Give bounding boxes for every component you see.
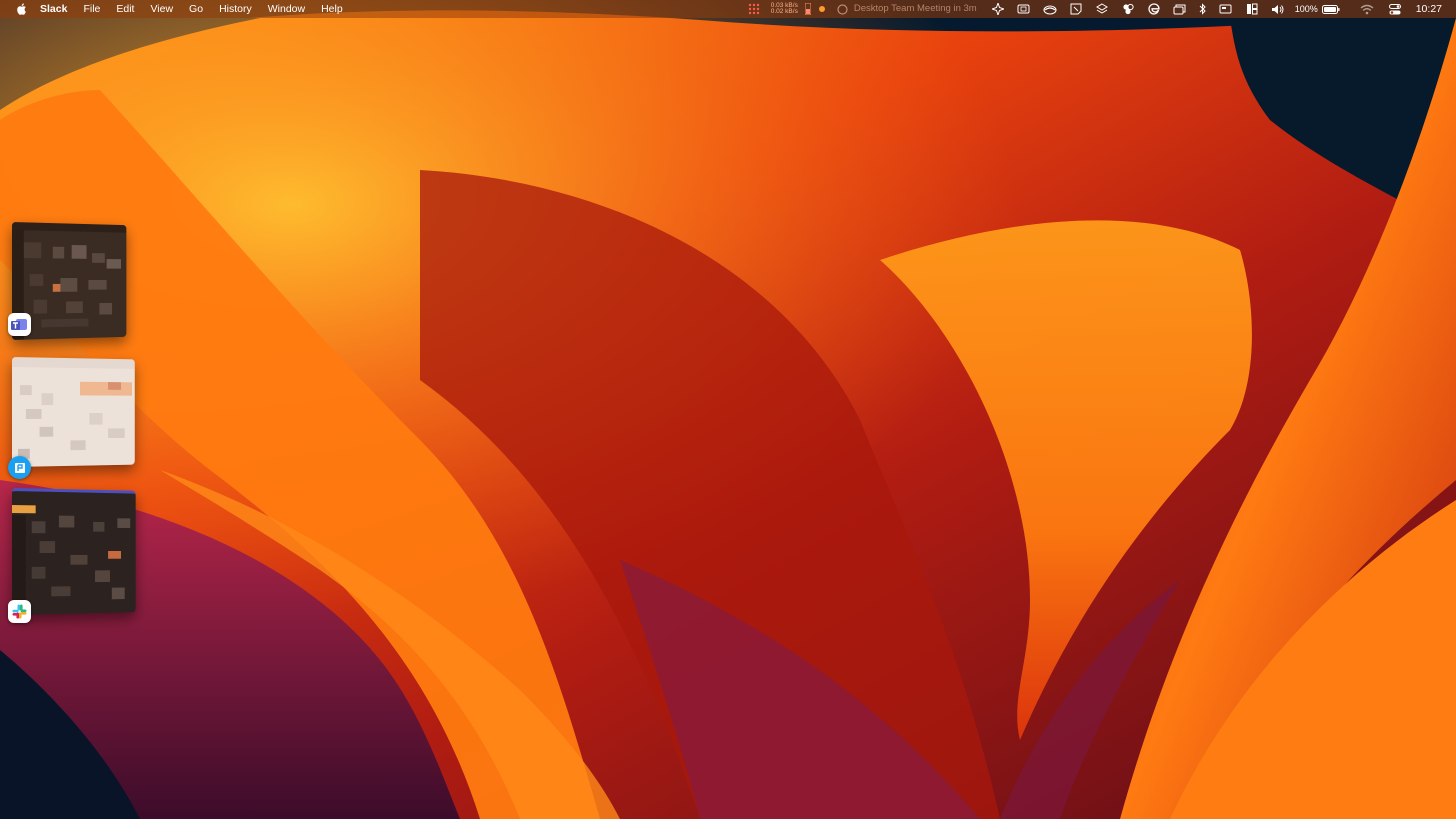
wifi-icon[interactable] xyxy=(1360,3,1374,15)
teams-icon xyxy=(8,313,31,336)
menu-file[interactable]: File xyxy=(75,0,108,18)
control-center-icon[interactable] xyxy=(1388,3,1402,15)
control-hub-icon[interactable] xyxy=(1121,3,1135,15)
menu-help[interactable]: Help xyxy=(313,0,351,18)
compass-icon[interactable] xyxy=(991,3,1005,15)
slack-icon xyxy=(8,600,31,623)
edge-browser-icon[interactable] xyxy=(1147,3,1161,15)
cpu-meter-icon[interactable] xyxy=(804,3,812,15)
apple-menu-icon[interactable] xyxy=(8,0,34,18)
calendar-event-icon[interactable] xyxy=(836,3,850,15)
menu-history[interactable]: History xyxy=(211,0,260,18)
display-icon[interactable] xyxy=(1219,3,1233,15)
desktop-wallpaper xyxy=(0,0,1456,819)
menu-app-name[interactable]: Slack xyxy=(34,0,75,18)
menu-edit[interactable]: Edit xyxy=(108,0,142,18)
split-view-icon[interactable] xyxy=(1245,3,1259,15)
menubar-clock[interactable]: 10:27 xyxy=(1416,0,1442,18)
menu-window[interactable]: Window xyxy=(260,0,313,18)
net-down-speed: 0.02 kB/s xyxy=(770,8,798,15)
bluetooth-icon[interactable] xyxy=(1199,3,1207,15)
record-dot-icon[interactable] xyxy=(818,3,826,15)
volume-icon[interactable] xyxy=(1271,3,1285,15)
upcoming-meeting-label[interactable]: Desktop Team Meeting in 3m xyxy=(854,0,977,18)
note-icon[interactable] xyxy=(1069,3,1083,15)
menu-view[interactable]: View xyxy=(142,0,181,18)
stage-window-preview[interactable] xyxy=(12,357,135,467)
stage-window-slack[interactable] xyxy=(12,488,136,615)
menu-go[interactable]: Go xyxy=(181,0,211,18)
network-speed-monitor[interactable]: 0.03 kB/s 0.02 kB/s xyxy=(770,2,798,16)
menu-bar: Slack File Edit View Go History Window H… xyxy=(0,0,1456,18)
layers-icon[interactable] xyxy=(1095,3,1109,15)
screen-mirror-icon[interactable] xyxy=(1017,3,1031,15)
window-switcher-icon[interactable] xyxy=(1173,3,1187,15)
grid-dots-icon[interactable] xyxy=(747,3,761,15)
preview-icon xyxy=(8,456,31,479)
battery-percentage[interactable]: 100% xyxy=(1295,0,1318,18)
hat-icon[interactable] xyxy=(1043,3,1057,15)
battery-icon[interactable] xyxy=(1321,3,1340,15)
